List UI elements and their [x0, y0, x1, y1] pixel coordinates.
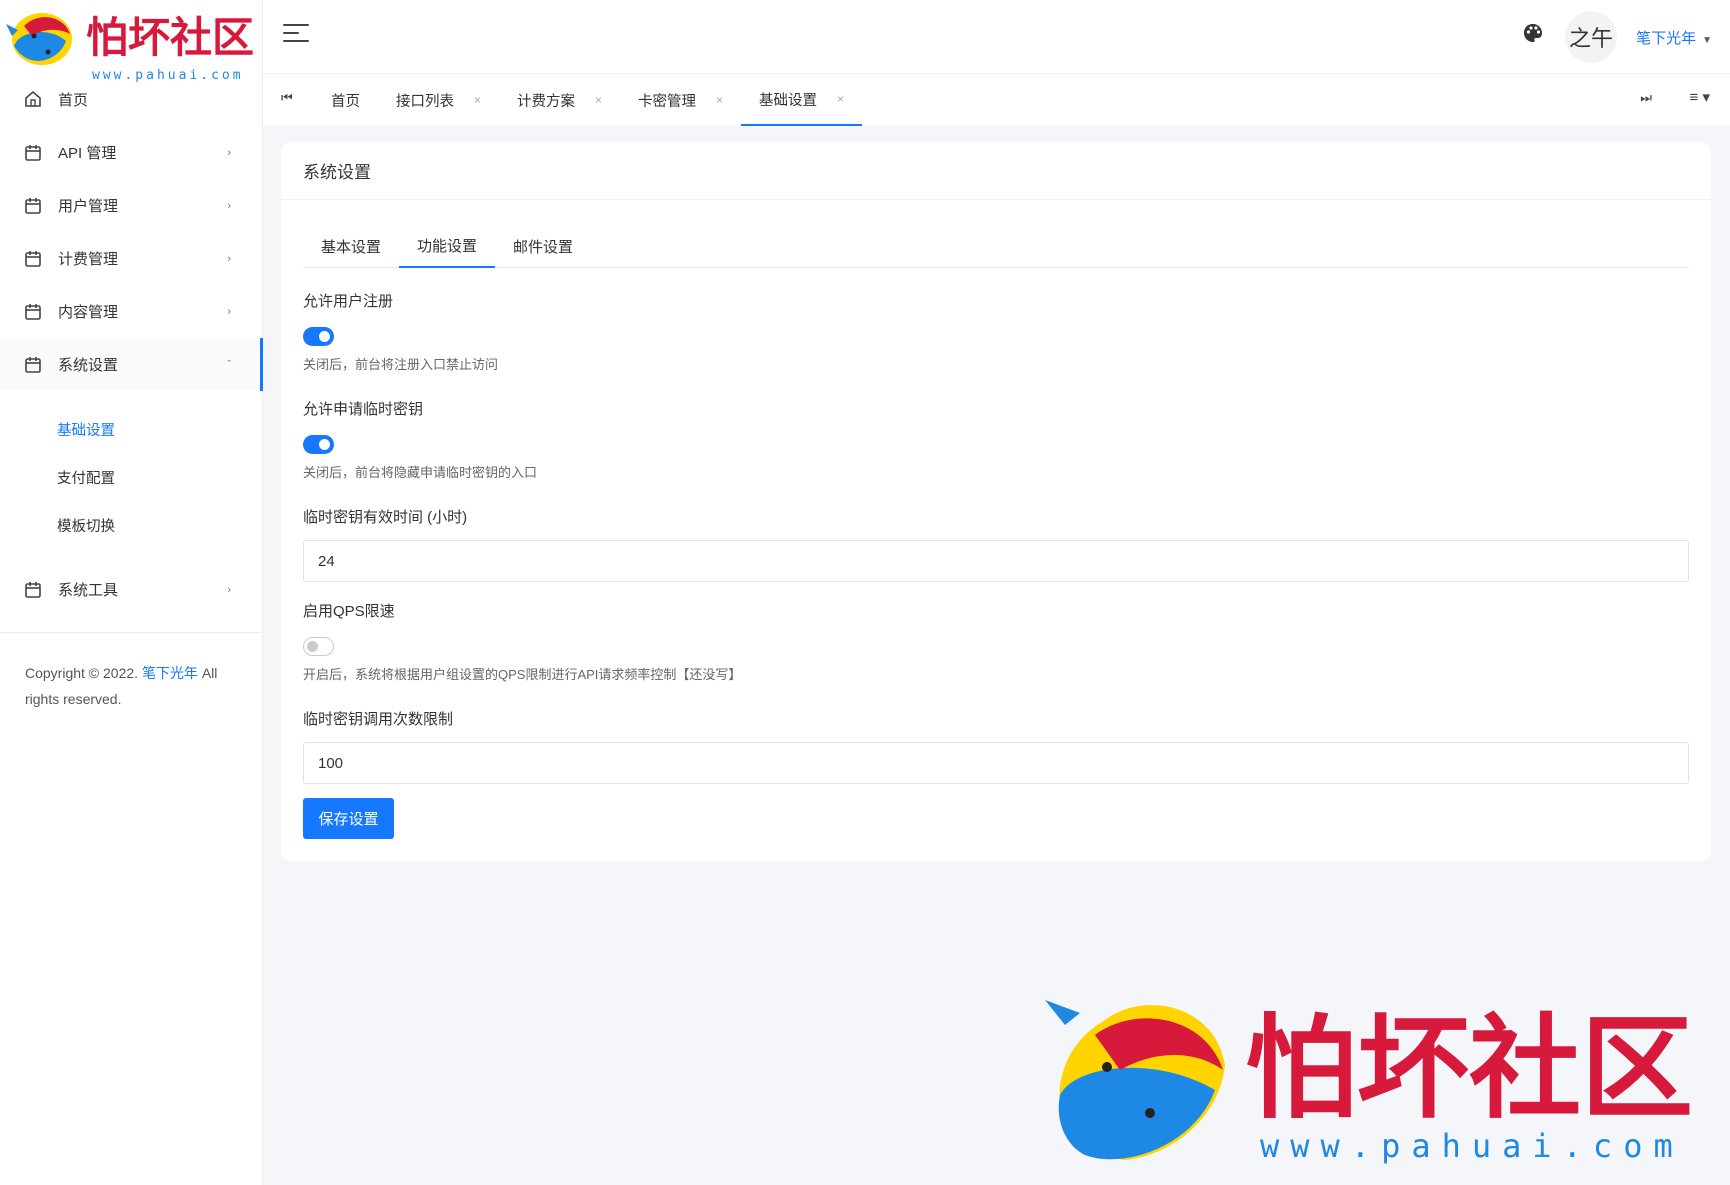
tab-features[interactable]: 功能设置	[399, 224, 496, 268]
username-label: 笔下光年	[1636, 30, 1697, 47]
field-label: 允许用户注册	[303, 293, 394, 310]
chevron-right-icon: ›	[227, 305, 231, 318]
tab-label: 接口列表	[396, 93, 454, 110]
user-menu[interactable]: 笔下光年 ▼	[1636, 27, 1712, 48]
save-button[interactable]: 保存设置	[303, 798, 394, 839]
sidebar-item-system-settings[interactable]: 系统设置 ˇ	[0, 338, 263, 391]
tabs-scroll-right-icon[interactable]: ⏭	[1640, 90, 1652, 106]
svg-text:怕坏社区: 怕坏社区	[1245, 1003, 1693, 1134]
sidebar: 怕坏社区 www.pahuai.com 首页 API 管理 › 用户管理 › 计…	[0, 0, 263, 1185]
chevron-down-icon: ˇ	[227, 358, 231, 371]
field-temp-key-calls: 临时密钥调用次数限制	[303, 708, 1689, 784]
allow-register-toggle[interactable]	[303, 327, 334, 346]
calendar-icon	[24, 581, 42, 599]
submenu-item-template-switch[interactable]: 模板切换	[0, 501, 263, 549]
copyright-link[interactable]: 笔下光年	[142, 665, 198, 681]
tab-label: 基础设置	[759, 92, 818, 109]
field-label: 启用QPS限速	[303, 603, 395, 620]
fish-logo-icon	[6, 13, 72, 65]
qps-limit-toggle[interactable]	[303, 637, 334, 656]
fish-watermark-icon	[1045, 1000, 1225, 1160]
watermark: 怕坏社区 www.pahuai.com	[1045, 995, 1705, 1170]
sidebar-item-label: API 管理	[58, 145, 117, 162]
calendar-icon	[24, 197, 42, 215]
field-label: 临时密钥调用次数限制	[303, 711, 454, 728]
tabs-scroll-left-icon[interactable]: ⏮	[281, 90, 293, 106]
sidebar-item-label: 首页	[58, 91, 89, 109]
sidebar-divider	[0, 632, 263, 633]
copyright: Copyright © 2022. 笔下光年 All rights reserv…	[25, 660, 245, 712]
sidebar-item-label: 系统设置	[58, 357, 119, 374]
temp-key-calls-input[interactable]	[303, 742, 1689, 784]
close-icon[interactable]: ×	[716, 93, 723, 107]
sidebar-item-label: 计费管理	[58, 251, 119, 268]
caret-down-icon: ▼	[1702, 35, 1712, 46]
tab-label: 卡密管理	[638, 93, 697, 110]
svg-text:www.pahuai.com: www.pahuai.com	[1260, 1127, 1684, 1165]
calendar-icon	[24, 144, 42, 162]
allow-temp-key-toggle[interactable]	[303, 435, 334, 454]
field-hint: 关闭后，前台将隐藏申请临时密钥的入口	[303, 465, 538, 480]
close-icon[interactable]: ×	[837, 92, 844, 106]
settings-card: 系统设置 基本设置 功能设置 邮件设置 允许用户注册 关闭后，前台将注册入口禁止…	[281, 142, 1711, 861]
submenu-item-basic-settings[interactable]: 基础设置	[0, 405, 263, 453]
tab-api-list[interactable]: 接口列表 ×	[378, 74, 499, 126]
tabs-menu-icon[interactable]: ≡ ▾	[1690, 88, 1710, 106]
svg-text:怕坏社区: 怕坏社区	[86, 13, 254, 62]
avatar[interactable]: 之午	[1565, 11, 1617, 63]
tab-basic-settings[interactable]: 基础设置 ×	[741, 74, 863, 126]
sidebar-menu: 首页 API 管理 › 用户管理 › 计费管理 › 内容管理 › 系统设置 ˇ …	[0, 72, 263, 616]
sidebar-item-system-tools[interactable]: 系统工具 ›	[0, 563, 263, 616]
sidebar-item-billing[interactable]: 计费管理 ›	[0, 232, 263, 285]
field-hint: 关闭后，前台将注册入口禁止访问	[303, 357, 499, 372]
menu-toggle-icon[interactable]	[283, 24, 309, 46]
tab-home[interactable]: 首页	[313, 74, 378, 126]
close-icon[interactable]: ×	[474, 93, 481, 107]
tab-billing-plan[interactable]: 计费方案 ×	[499, 74, 620, 126]
top-header: 之午 笔下光年 ▼	[263, 0, 1730, 74]
sidebar-item-api[interactable]: API 管理 ›	[0, 126, 263, 179]
submenu-item-payment-config[interactable]: 支付配置	[0, 453, 263, 501]
sidebar-item-content[interactable]: 内容管理 ›	[0, 285, 263, 338]
sidebar-item-label: 内容管理	[58, 304, 119, 321]
tab-card-keys[interactable]: 卡密管理 ×	[620, 74, 741, 126]
palette-icon[interactable]	[1522, 22, 1544, 44]
field-hint: 开启后，系统将根据用户组设置的QPS限制进行API请求频率控制【还没写】	[303, 667, 742, 682]
field-qps-limit: 启用QPS限速 开启后，系统将根据用户组设置的QPS限制进行API请求频率控制【…	[303, 600, 1689, 683]
tab-mail[interactable]: 邮件设置	[495, 224, 591, 268]
tab-basic[interactable]: 基本设置	[303, 224, 399, 268]
home-icon	[24, 90, 42, 108]
page-tabs: 首页 接口列表 × 计费方案 × 卡密管理 × 基础设置 ×	[313, 74, 863, 126]
close-icon[interactable]: ×	[595, 93, 602, 107]
card-title: 系统设置	[281, 142, 1711, 200]
sidebar-item-label: 系统工具	[58, 582, 119, 599]
chevron-right-icon: ›	[227, 583, 231, 596]
calendar-icon	[24, 250, 42, 268]
calendar-icon	[24, 303, 42, 321]
sidebar-item-home[interactable]: 首页	[0, 72, 263, 126]
field-label: 允许申请临时密钥	[303, 401, 424, 418]
field-allow-temp-key: 允许申请临时密钥 关闭后，前台将隐藏申请临时密钥的入口	[303, 398, 1689, 481]
chevron-right-icon: ›	[227, 199, 231, 212]
system-settings-submenu: 基础设置 支付配置 模板切换	[0, 391, 263, 557]
field-allow-register: 允许用户注册 关闭后，前台将注册入口禁止访问	[303, 290, 1689, 373]
tab-label: 计费方案	[517, 93, 576, 110]
sidebar-item-users[interactable]: 用户管理 ›	[0, 179, 263, 232]
chevron-right-icon: ›	[227, 252, 231, 265]
page-tabs-bar: ⏮ 首页 接口列表 × 计费方案 × 卡密管理 × 基础设置 × ⏭ ≡ ▾	[263, 74, 1730, 126]
sidebar-item-label: 用户管理	[58, 198, 119, 215]
form-tabs: 基本设置 功能设置 邮件设置	[303, 224, 1689, 268]
temp-key-hours-input[interactable]	[303, 540, 1689, 582]
field-temp-key-hours: 临时密钥有效时间 (小时)	[303, 506, 1689, 582]
tab-label: 首页	[331, 93, 360, 110]
chevron-right-icon: ›	[227, 146, 231, 159]
field-label: 临时密钥有效时间 (小时)	[303, 509, 468, 526]
calendar-icon	[24, 356, 42, 374]
copyright-prefix: Copyright © 2022.	[25, 665, 139, 681]
